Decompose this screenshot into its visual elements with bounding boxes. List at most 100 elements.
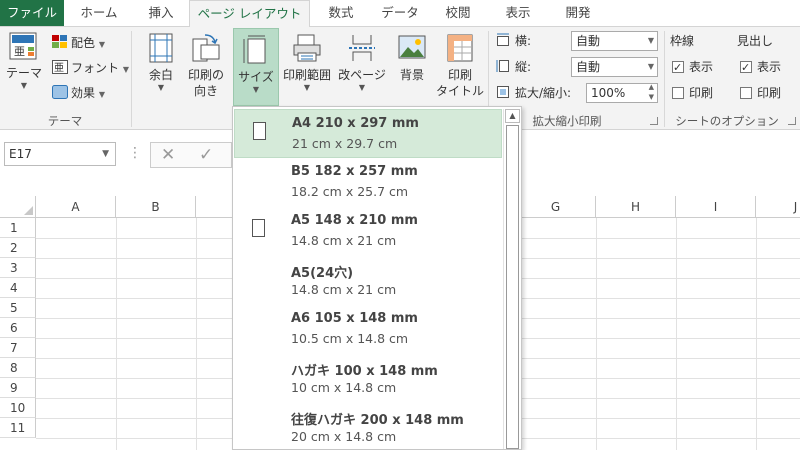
size-option-name: A5 148 x 210 mm: [291, 213, 418, 228]
size-option-postcard[interactable]: ハガキ 100 x 148 mm 10 cm x 14.8 cm: [234, 354, 502, 403]
group-divider: [131, 31, 132, 127]
print-titles-button[interactable]: 印刷 タイトル: [436, 33, 484, 111]
size-option-dims: 20 cm x 14.8 cm: [291, 429, 397, 444]
orientation-button[interactable]: 印刷の 向き: [184, 33, 228, 111]
page-break-icon: [346, 33, 378, 63]
row-header-4[interactable]: 4: [0, 278, 36, 298]
effects-button[interactable]: 効果 ▼: [52, 83, 105, 103]
size-option-a5-24-hole[interactable]: A5(24穴) 14.8 cm x 21 cm: [234, 256, 502, 305]
checkbox-checked-icon: [740, 58, 752, 78]
name-box-value: E17: [9, 147, 32, 161]
column-header-g[interactable]: G: [516, 196, 596, 218]
select-all-corner[interactable]: [0, 196, 36, 218]
more-options-icon: ⋮: [128, 145, 142, 161]
cancel-icon[interactable]: ✕: [161, 145, 175, 165]
chevron-down-icon: ▼: [20, 81, 28, 90]
column-header-h[interactable]: H: [596, 196, 676, 218]
gridlines-view-checkbox[interactable]: 表示: [672, 57, 714, 78]
headings-view-checkbox[interactable]: 表示: [740, 57, 781, 78]
width-label: 横:: [515, 34, 532, 48]
orientation-label-line1: 印刷の: [187, 68, 224, 82]
menu-scrollbar[interactable]: ▲: [503, 109, 520, 449]
width-select[interactable]: 自動 ▼: [571, 31, 658, 51]
row-header-7[interactable]: 7: [0, 338, 36, 358]
size-option-name: A6 105 x 148 mm: [291, 311, 418, 326]
name-box[interactable]: E17 ▼: [4, 142, 116, 166]
gridlines-view-label: 表示: [689, 60, 714, 74]
margins-button[interactable]: 余白 ▼: [140, 33, 182, 103]
theme-group-label: テーマ: [47, 114, 83, 128]
row-header-11[interactable]: 11: [0, 418, 36, 438]
spinner-arrows-icon[interactable]: ▲ ▼: [649, 82, 654, 102]
tab-file[interactable]: ファイル: [0, 0, 64, 26]
scale-label-row: 拡大/縮小:: [496, 83, 571, 103]
effects-icon: [52, 85, 68, 99]
size-label: サイズ: [238, 70, 274, 84]
scale-icon: [496, 85, 512, 99]
dialog-launcher-icon[interactable]: [650, 117, 658, 125]
row-header-1[interactable]: 1: [0, 218, 36, 238]
size-option-name: B5 182 x 257 mm: [291, 164, 418, 179]
margins-label: 余白: [148, 68, 173, 82]
size-option-dims: 14.8 cm x 21 cm: [291, 282, 397, 297]
tab-data[interactable]: データ: [370, 0, 430, 26]
size-option-dims: 18.2 cm x 25.7 cm: [291, 184, 409, 199]
column-header-i[interactable]: I: [676, 196, 756, 218]
scroll-up-icon[interactable]: ▲: [505, 109, 520, 123]
fonts-button[interactable]: 亜 フォント ▼: [52, 58, 129, 78]
height-value: 自動: [576, 60, 601, 74]
height-icon: [496, 59, 512, 73]
breaks-button[interactable]: 改ページ ▼: [336, 33, 388, 103]
size-button[interactable]: サイズ ▼: [233, 28, 279, 106]
height-select[interactable]: 自動 ▼: [571, 57, 658, 77]
tab-home[interactable]: ホーム: [64, 0, 134, 26]
row-header-6[interactable]: 6: [0, 318, 36, 338]
width-value: 自動: [576, 34, 601, 48]
row-header-5[interactable]: 5: [0, 298, 36, 318]
tab-developer[interactable]: 開発: [548, 0, 608, 26]
enter-check-icon[interactable]: ✓: [199, 145, 213, 165]
print-area-button[interactable]: 印刷範囲 ▼: [280, 33, 334, 103]
size-option-dims: 10 cm x 14.8 cm: [291, 380, 397, 395]
chevron-down-icon: ▼: [98, 90, 105, 99]
tab-view[interactable]: 表示: [490, 0, 546, 26]
themes-label: テーマ: [5, 66, 42, 80]
chevron-down-icon: ▼: [647, 62, 654, 71]
size-option-a4[interactable]: A4 210 x 297 mm 21 cm x 29.7 cm: [234, 109, 502, 158]
background-button[interactable]: 背景: [392, 33, 432, 103]
breaks-label: 改ページ: [338, 68, 386, 82]
scrollbar-thumb[interactable]: [506, 125, 519, 449]
size-option-a5[interactable]: A5 148 x 210 mm 14.8 cm x 21 cm: [234, 207, 502, 256]
fonts-label: フォント: [71, 61, 120, 75]
sheet-options-group-label: シートのオプション: [675, 114, 779, 128]
size-option-b5[interactable]: B5 182 x 257 mm 18.2 cm x 25.7 cm: [234, 158, 502, 207]
column-header-b[interactable]: B: [116, 196, 196, 218]
size-option-name: A5(24穴): [291, 266, 354, 281]
column-header-j[interactable]: J: [756, 196, 800, 218]
row-header-10[interactable]: 10: [0, 398, 36, 418]
size-option-a6[interactable]: A6 105 x 148 mm 10.5 cm x 14.8 cm: [234, 305, 502, 354]
checkbox-checked-icon: [672, 58, 684, 78]
chevron-down-icon: ▼: [157, 83, 165, 92]
tab-insert[interactable]: 挿入: [134, 0, 188, 26]
fonts-icon: 亜: [52, 60, 68, 74]
headings-print-checkbox[interactable]: 印刷: [740, 83, 781, 103]
colors-button[interactable]: 配色 ▼: [52, 33, 105, 53]
tab-review[interactable]: 校閲: [430, 0, 486, 26]
row-header-2[interactable]: 2: [0, 238, 36, 258]
themes-button[interactable]: 亜 テーマ ▼: [4, 31, 44, 101]
row-header-3[interactable]: 3: [0, 258, 36, 278]
dialog-launcher-icon[interactable]: [788, 117, 796, 125]
orientation-label-line2: 向き: [193, 84, 218, 98]
tab-formulas[interactable]: 数式: [312, 0, 370, 26]
scale-spinner[interactable]: 100% ▲ ▼: [586, 83, 658, 103]
column-header-a[interactable]: A: [36, 196, 116, 218]
gridlines-print-checkbox[interactable]: 印刷: [672, 83, 713, 103]
gridline: [676, 218, 677, 450]
height-label-row: 縦:: [496, 57, 531, 77]
row-header-9[interactable]: 9: [0, 378, 36, 398]
row-header-8[interactable]: 8: [0, 358, 36, 378]
print-titles-label-line2: タイトル: [436, 84, 485, 98]
tab-page-layout[interactable]: ページ レイアウト: [189, 0, 310, 27]
size-option-return-postcard[interactable]: 往復ハガキ 200 x 148 mm 20 cm x 14.8 cm: [234, 403, 502, 449]
